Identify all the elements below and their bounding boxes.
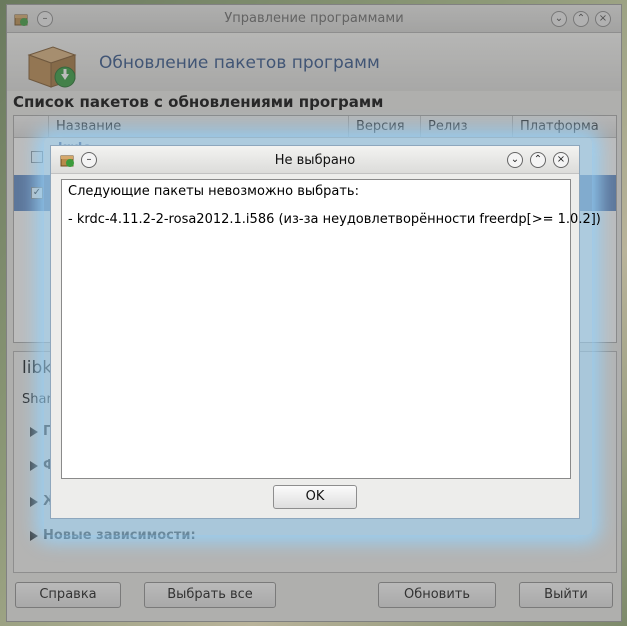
- close-icon[interactable]: ×: [553, 152, 569, 168]
- not-selected-dialog: – Не выбрано ⌄ ⌃ × Следующие пакеты нево…: [50, 145, 601, 519]
- message-area: Следующие пакеты невозможно выбрать: - k…: [61, 179, 601, 479]
- chevron-down-icon[interactable]: ⌄: [507, 152, 523, 168]
- dialog-title: Не выбрано: [274, 153, 356, 168]
- message-line-2: - krdc-4.11.2-2-rosa2012.1.i586 (из-за н…: [68, 212, 601, 227]
- ok-button[interactable]: OK: [273, 485, 357, 509]
- message-line-1: Следующие пакеты невозможно выбрать:: [68, 184, 359, 199]
- dialog-titlebar[interactable]: – Не выбрано ⌄ ⌃ ×: [51, 146, 579, 174]
- chevron-up-icon[interactable]: ⌃: [530, 152, 546, 168]
